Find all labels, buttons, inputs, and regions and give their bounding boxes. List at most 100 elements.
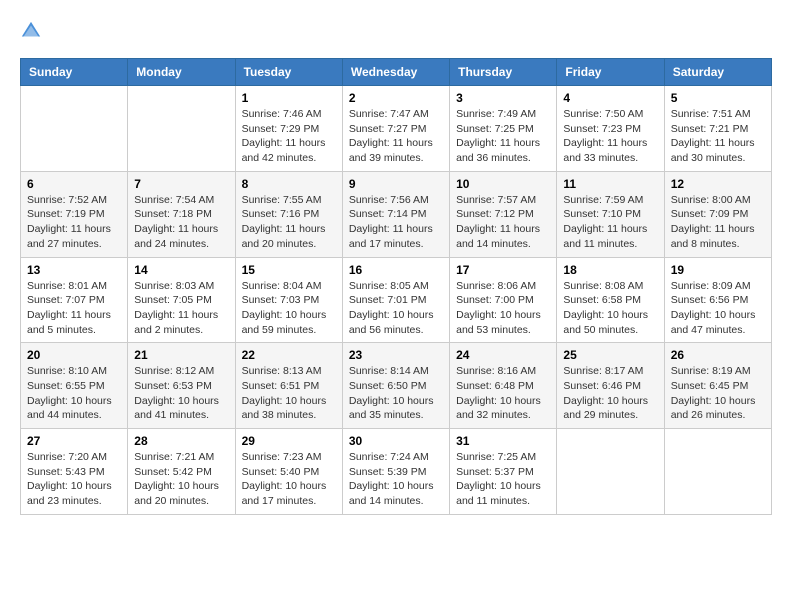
- day-number: 26: [671, 348, 765, 362]
- calendar-cell: 5 Sunrise: 7:51 AMSunset: 7:21 PMDaylight…: [664, 86, 771, 172]
- day-info: Sunrise: 8:19 AMSunset: 6:45 PMDaylight:…: [671, 364, 765, 423]
- day-number: 7: [134, 177, 228, 191]
- day-info: Sunrise: 8:05 AMSunset: 7:01 PMDaylight:…: [349, 279, 443, 338]
- calendar-cell: [557, 429, 664, 515]
- day-number: 3: [456, 91, 550, 105]
- day-info: Sunrise: 8:10 AMSunset: 6:55 PMDaylight:…: [27, 364, 121, 423]
- day-number: 17: [456, 263, 550, 277]
- day-number: 27: [27, 434, 121, 448]
- calendar-cell: 11 Sunrise: 7:59 AMSunset: 7:10 PMDayligh…: [557, 171, 664, 257]
- calendar-week-row: 1 Sunrise: 7:46 AMSunset: 7:29 PMDaylight…: [21, 86, 772, 172]
- day-info: Sunrise: 7:25 AMSunset: 5:37 PMDaylight:…: [456, 450, 550, 509]
- calendar-cell: 19 Sunrise: 8:09 AMSunset: 6:56 PMDayligh…: [664, 257, 771, 343]
- day-number: 10: [456, 177, 550, 191]
- calendar-cell: 21 Sunrise: 8:12 AMSunset: 6:53 PMDayligh…: [128, 343, 235, 429]
- day-info: Sunrise: 7:47 AMSunset: 7:27 PMDaylight:…: [349, 107, 443, 166]
- calendar-cell: 27 Sunrise: 7:20 AMSunset: 5:43 PMDayligh…: [21, 429, 128, 515]
- logo-icon: [20, 20, 42, 42]
- day-number: 6: [27, 177, 121, 191]
- calendar-cell: 2Sunrise: 7:47 AMSunset: 7:27 PMDaylight…: [342, 86, 449, 172]
- day-header-wednesday: Wednesday: [342, 59, 449, 86]
- day-info: Sunrise: 8:17 AMSunset: 6:46 PMDaylight:…: [563, 364, 657, 423]
- day-info: Sunrise: 7:49 AMSunset: 7:25 PMDaylight:…: [456, 107, 550, 166]
- day-header-tuesday: Tuesday: [235, 59, 342, 86]
- day-number: 11: [563, 177, 657, 191]
- day-info: Sunrise: 8:09 AMSunset: 6:56 PMDaylight:…: [671, 279, 765, 338]
- calendar-cell: 16 Sunrise: 8:05 AMSunset: 7:01 PMDayligh…: [342, 257, 449, 343]
- logo: [20, 20, 46, 42]
- day-info: Sunrise: 7:24 AMSunset: 5:39 PMDaylight:…: [349, 450, 443, 509]
- day-info: Sunrise: 7:20 AMSunset: 5:43 PMDaylight:…: [27, 450, 121, 509]
- calendar-week-row: 13 Sunrise: 8:01 AMSunset: 7:07 PMDayligh…: [21, 257, 772, 343]
- calendar-cell: 30 Sunrise: 7:24 AMSunset: 5:39 PMDayligh…: [342, 429, 449, 515]
- calendar-cell: 26 Sunrise: 8:19 AMSunset: 6:45 PMDayligh…: [664, 343, 771, 429]
- day-number: 28: [134, 434, 228, 448]
- day-info: Sunrise: 7:23 AMSunset: 5:40 PMDaylight:…: [242, 450, 336, 509]
- day-number: 22: [242, 348, 336, 362]
- day-number: 16: [349, 263, 443, 277]
- calendar-week-row: 20Sunrise: 8:10 AMSunset: 6:55 PMDayligh…: [21, 343, 772, 429]
- calendar-cell: 28Sunrise: 7:21 AMSunset: 5:42 PMDayligh…: [128, 429, 235, 515]
- calendar-week-row: 6 Sunrise: 7:52 AMSunset: 7:19 PMDaylight…: [21, 171, 772, 257]
- calendar-week-row: 27 Sunrise: 7:20 AMSunset: 5:43 PMDayligh…: [21, 429, 772, 515]
- calendar-cell: 24 Sunrise: 8:16 AMSunset: 6:48 PMDayligh…: [450, 343, 557, 429]
- day-info: Sunrise: 7:57 AMSunset: 7:12 PMDaylight:…: [456, 193, 550, 252]
- day-info: Sunrise: 7:54 AMSunset: 7:18 PMDaylight:…: [134, 193, 228, 252]
- calendar-cell: 1 Sunrise: 7:46 AMSunset: 7:29 PMDaylight…: [235, 86, 342, 172]
- day-info: Sunrise: 8:08 AMSunset: 6:58 PMDaylight:…: [563, 279, 657, 338]
- day-number: 29: [242, 434, 336, 448]
- day-number: 18: [563, 263, 657, 277]
- day-header-thursday: Thursday: [450, 59, 557, 86]
- calendar-cell: [21, 86, 128, 172]
- calendar-cell: [128, 86, 235, 172]
- day-number: 9: [349, 177, 443, 191]
- day-info: Sunrise: 8:03 AMSunset: 7:05 PMDaylight:…: [134, 279, 228, 338]
- day-number: 30: [349, 434, 443, 448]
- day-header-sunday: Sunday: [21, 59, 128, 86]
- day-number: 13: [27, 263, 121, 277]
- calendar-cell: 31 Sunrise: 7:25 AMSunset: 5:37 PMDayligh…: [450, 429, 557, 515]
- calendar-cell: 4 Sunrise: 7:50 AMSunset: 7:23 PMDaylight…: [557, 86, 664, 172]
- day-number: 8: [242, 177, 336, 191]
- day-info: Sunrise: 8:14 AMSunset: 6:50 PMDaylight:…: [349, 364, 443, 423]
- calendar-cell: 6 Sunrise: 7:52 AMSunset: 7:19 PMDaylight…: [21, 171, 128, 257]
- calendar-cell: 3 Sunrise: 7:49 AMSunset: 7:25 PMDaylight…: [450, 86, 557, 172]
- calendar-cell: 23 Sunrise: 8:14 AMSunset: 6:50 PMDayligh…: [342, 343, 449, 429]
- calendar-cell: 25 Sunrise: 8:17 AMSunset: 6:46 PMDayligh…: [557, 343, 664, 429]
- day-info: Sunrise: 8:13 AMSunset: 6:51 PMDaylight:…: [242, 364, 336, 423]
- day-header-friday: Friday: [557, 59, 664, 86]
- day-number: 23: [349, 348, 443, 362]
- day-number: 31: [456, 434, 550, 448]
- calendar-header-row: SundayMondayTuesdayWednesdayThursdayFrid…: [21, 59, 772, 86]
- day-info: Sunrise: 7:50 AMSunset: 7:23 PMDaylight:…: [563, 107, 657, 166]
- day-number: 25: [563, 348, 657, 362]
- day-info: Sunrise: 7:55 AMSunset: 7:16 PMDaylight:…: [242, 193, 336, 252]
- day-info: Sunrise: 8:01 AMSunset: 7:07 PMDaylight:…: [27, 279, 121, 338]
- day-number: 1: [242, 91, 336, 105]
- day-number: 4: [563, 91, 657, 105]
- day-info: Sunrise: 7:59 AMSunset: 7:10 PMDaylight:…: [563, 193, 657, 252]
- day-info: Sunrise: 7:56 AMSunset: 7:14 PMDaylight:…: [349, 193, 443, 252]
- day-number: 12: [671, 177, 765, 191]
- day-info: Sunrise: 8:00 AMSunset: 7:09 PMDaylight:…: [671, 193, 765, 252]
- day-number: 21: [134, 348, 228, 362]
- calendar-cell: 8 Sunrise: 7:55 AMSunset: 7:16 PMDaylight…: [235, 171, 342, 257]
- day-info: Sunrise: 7:52 AMSunset: 7:19 PMDaylight:…: [27, 193, 121, 252]
- calendar-cell: 14Sunrise: 8:03 AMSunset: 7:05 PMDayligh…: [128, 257, 235, 343]
- day-info: Sunrise: 8:04 AMSunset: 7:03 PMDaylight:…: [242, 279, 336, 338]
- day-number: 24: [456, 348, 550, 362]
- calendar-cell: [664, 429, 771, 515]
- day-info: Sunrise: 7:46 AMSunset: 7:29 PMDaylight:…: [242, 107, 336, 166]
- day-info: Sunrise: 7:51 AMSunset: 7:21 PMDaylight:…: [671, 107, 765, 166]
- day-number: 5: [671, 91, 765, 105]
- calendar-cell: 9 Sunrise: 7:56 AMSunset: 7:14 PMDaylight…: [342, 171, 449, 257]
- day-info: Sunrise: 8:12 AMSunset: 6:53 PMDaylight:…: [134, 364, 228, 423]
- calendar-cell: 12 Sunrise: 8:00 AMSunset: 7:09 PMDayligh…: [664, 171, 771, 257]
- day-info: Sunrise: 8:06 AMSunset: 7:00 PMDaylight:…: [456, 279, 550, 338]
- day-info: Sunrise: 8:16 AMSunset: 6:48 PMDaylight:…: [456, 364, 550, 423]
- calendar-cell: 13 Sunrise: 8:01 AMSunset: 7:07 PMDayligh…: [21, 257, 128, 343]
- calendar-cell: 10 Sunrise: 7:57 AMSunset: 7:12 PMDayligh…: [450, 171, 557, 257]
- day-header-saturday: Saturday: [664, 59, 771, 86]
- day-number: 19: [671, 263, 765, 277]
- calendar-cell: 22 Sunrise: 8:13 AMSunset: 6:51 PMDayligh…: [235, 343, 342, 429]
